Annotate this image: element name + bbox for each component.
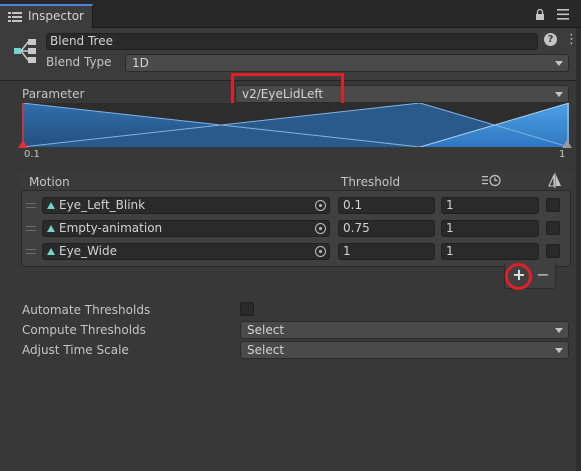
scrollbar[interactable] [576,28,581,471]
object-picker-icon[interactable] [315,246,326,257]
animation-clip-icon [47,225,55,232]
automate-thresholds-checkbox[interactable] [240,302,254,316]
object-picker-icon[interactable] [315,223,326,234]
compute-thresholds-dropdown[interactable]: Select [240,321,569,339]
motion-name-2: Empty-animation [59,221,163,235]
lock-icon[interactable] [535,9,545,20]
motion-field-2[interactable]: Empty-animation [42,220,330,237]
chevron-down-icon [555,348,563,353]
motion-name-1: Eye_Left_Blink [59,198,146,212]
adjust-time-scale-label: Adjust Time Scale [22,343,129,357]
name-field[interactable]: Blend Tree [46,33,538,50]
motion-field-3[interactable]: Eye_Wide [42,243,330,260]
chevron-down-icon [555,92,563,97]
remove-motion-button[interactable]: − [536,266,550,284]
blend-type-dropdown[interactable]: 1D [125,54,569,72]
blend-visualization[interactable] [22,103,569,147]
row-drag-handle[interactable] [26,226,36,231]
blend-type-label: Blend Type [46,55,112,69]
inspector-icon [8,12,22,22]
time-scale-field-1[interactable]: 1 [441,197,539,214]
max-marker [562,140,572,148]
threshold-field-2[interactable]: 0.75 [338,220,435,237]
range-max: 1 [559,149,566,160]
chevron-down-icon [555,61,563,66]
row-drag-handle[interactable] [26,249,36,254]
animation-clip-icon [47,202,55,209]
row-drag-handle[interactable] [26,203,36,208]
threshold-column-header: Threshold [341,175,401,189]
motion-field-1[interactable]: Eye_Left_Blink [42,197,330,214]
threshold-field-1[interactable]: 0.1 [338,197,435,214]
kebab-icon[interactable]: ⋮ [565,32,578,48]
help-icon[interactable]: ? [544,33,557,46]
menu-icon[interactable] [557,9,569,20]
chevron-down-icon [555,328,563,333]
time-scale-icon [482,174,501,187]
motion-column-header: Motion [29,175,70,189]
animation-clip-icon [47,248,55,255]
time-scale-field-3[interactable]: 1 [441,243,539,260]
tab-inspector[interactable]: Inspector [0,4,93,28]
adjust-time-scale-value: Select [247,343,285,357]
add-motion-button[interactable]: + [511,266,527,284]
parameter-label: Parameter [22,87,85,101]
compute-thresholds-value: Select [247,323,285,337]
tab-title: Inspector [28,9,84,23]
object-picker-icon[interactable] [315,200,326,211]
threshold-field-3[interactable]: 1 [338,243,435,260]
mirror-checkbox-1[interactable] [546,198,560,212]
current-value-marker[interactable] [18,140,28,148]
range-min: 0.1 [24,149,40,160]
mirror-checkbox-2[interactable] [546,221,560,235]
compute-thresholds-label: Compute Thresholds [22,323,146,337]
mirror-icon [548,173,561,188]
time-scale-field-2[interactable]: 1 [441,220,539,237]
automate-thresholds-label: Automate Thresholds [22,303,151,317]
mirror-checkbox-3[interactable] [546,244,560,258]
blend-type-value: 1D [132,56,149,70]
motion-name-3: Eye_Wide [59,244,118,258]
blend-tree-icon [14,39,36,63]
adjust-time-scale-dropdown[interactable]: Select [240,341,569,359]
